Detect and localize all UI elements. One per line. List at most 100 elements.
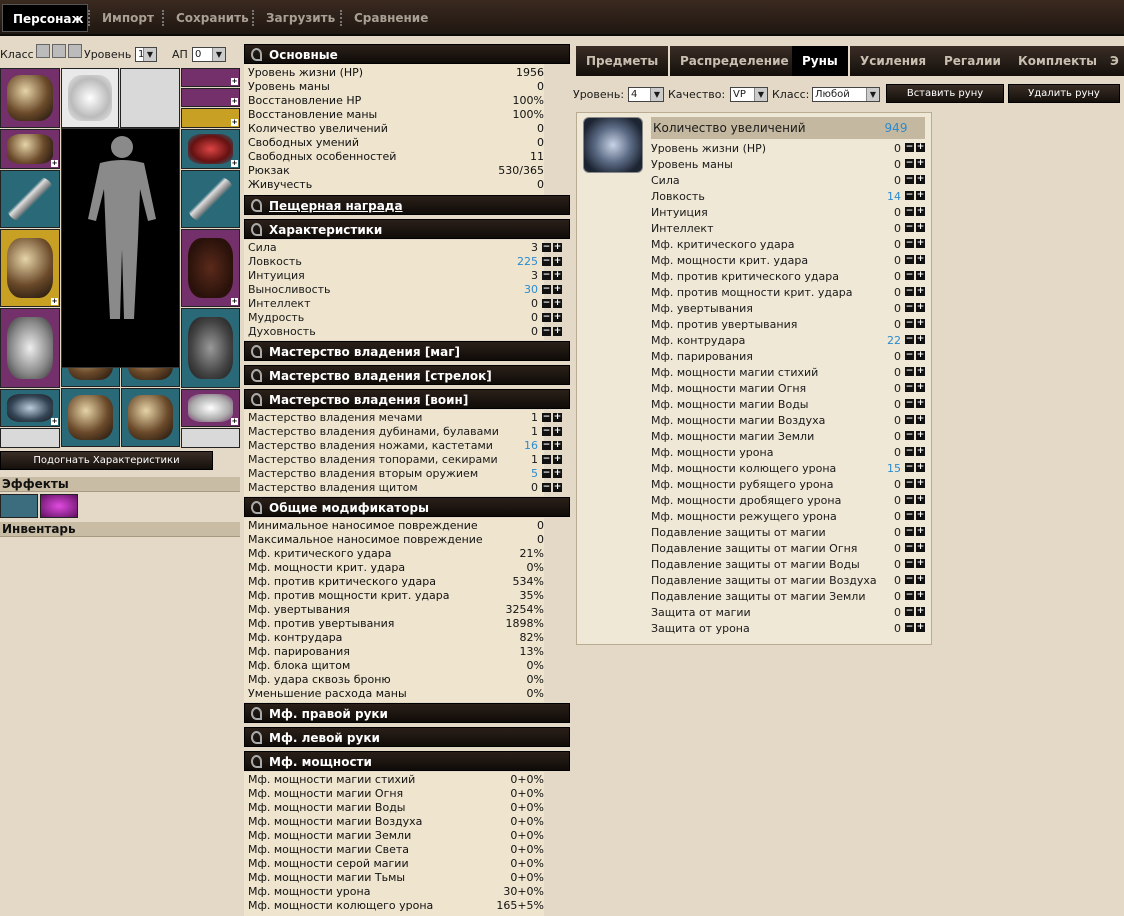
minus-button[interactable]: − xyxy=(905,159,914,168)
magic-effect-icon[interactable] xyxy=(40,494,78,518)
section-power-header[interactable]: Мф. мощности xyxy=(244,751,570,771)
minus-button[interactable]: − xyxy=(905,511,914,520)
plus-button[interactable]: + xyxy=(916,143,925,152)
section-mage-mastery-header[interactable]: Мастерство владения [маг] xyxy=(244,341,570,361)
section-right-hand-header[interactable]: Мф. правой руки xyxy=(244,703,570,723)
adjust-characteristics-button[interactable]: Подогнать Характеристики xyxy=(0,451,213,470)
plus-button[interactable]: + xyxy=(916,175,925,184)
section-archer-mastery-header[interactable]: Мастерство владения [стрелок] xyxy=(244,365,570,385)
plus-button[interactable]: + xyxy=(553,243,562,252)
minus-button[interactable]: − xyxy=(542,299,551,308)
gloves-slot[interactable]: + xyxy=(0,129,60,169)
minus-button[interactable]: − xyxy=(905,623,914,632)
amulet-slot[interactable] xyxy=(61,68,119,128)
minus-button[interactable]: − xyxy=(905,575,914,584)
tab-regalia[interactable]: Регалии xyxy=(934,46,1011,76)
minus-button[interactable]: − xyxy=(905,271,914,280)
plus-button[interactable]: + xyxy=(916,591,925,600)
plus-button[interactable]: + xyxy=(553,455,562,464)
minus-button[interactable]: − xyxy=(905,223,914,232)
minus-button[interactable]: − xyxy=(542,469,551,478)
plus-button[interactable]: + xyxy=(553,271,562,280)
plus-button[interactable]: + xyxy=(916,575,925,584)
plus-button[interactable]: + xyxy=(916,351,925,360)
belt-slot[interactable] xyxy=(0,308,60,388)
class-mage-icon[interactable] xyxy=(68,44,82,58)
level-select[interactable]: 10▼ xyxy=(135,47,157,62)
minus-button[interactable]: − xyxy=(905,143,914,152)
plus-button[interactable]: + xyxy=(916,447,925,456)
leggings-slot[interactable] xyxy=(181,308,240,388)
minus-button[interactable]: − xyxy=(542,271,551,280)
minus-button[interactable]: − xyxy=(905,303,914,312)
plus-button[interactable]: + xyxy=(916,319,925,328)
plus-button[interactable]: + xyxy=(916,207,925,216)
class-warrior-icon[interactable] xyxy=(36,44,50,58)
plus-button[interactable]: + xyxy=(916,367,925,376)
minus-button[interactable]: − xyxy=(905,255,914,264)
plus-button[interactable]: + xyxy=(916,431,925,440)
minus-button[interactable]: − xyxy=(905,495,914,504)
plus-button[interactable]: + xyxy=(916,495,925,504)
tab-runes[interactable]: Руны xyxy=(792,46,848,76)
weapon-right-slot[interactable] xyxy=(0,170,60,228)
insert-rune-button[interactable]: Вставить руну xyxy=(886,84,1004,103)
bag-slot-4[interactable] xyxy=(121,388,180,447)
minus-button[interactable]: − xyxy=(905,175,914,184)
minus-button[interactable]: − xyxy=(542,483,551,492)
remove-rune-button[interactable]: Удалить руну xyxy=(1008,84,1120,103)
plus-button[interactable]: + xyxy=(553,285,562,294)
minus-button[interactable]: − xyxy=(905,351,914,360)
plus-button[interactable]: + xyxy=(553,257,562,266)
class-archer-icon[interactable] xyxy=(52,44,66,58)
plus-button[interactable]: + xyxy=(916,399,925,408)
minus-button[interactable]: − xyxy=(905,287,914,296)
plus-button[interactable]: + xyxy=(553,427,562,436)
minus-button[interactable]: − xyxy=(905,463,914,472)
plus-button[interactable]: + xyxy=(553,313,562,322)
section-characteristics-header[interactable]: Характеристики xyxy=(244,219,570,239)
minus-button[interactable]: − xyxy=(905,319,914,328)
minus-button[interactable]: − xyxy=(542,327,551,336)
minus-button[interactable]: − xyxy=(905,415,914,424)
plus-button[interactable]: + xyxy=(916,255,925,264)
plus-button[interactable]: + xyxy=(916,527,925,536)
minus-button[interactable]: − xyxy=(542,285,551,294)
tab-distribution[interactable]: Распределение xyxy=(670,46,799,76)
minus-button[interactable]: − xyxy=(905,191,914,200)
boots-slot[interactable]: + xyxy=(0,389,60,427)
plus-button[interactable]: + xyxy=(916,303,925,312)
minus-button[interactable]: − xyxy=(905,543,914,552)
plus-button[interactable]: + xyxy=(916,415,925,424)
minus-button[interactable]: − xyxy=(542,257,551,266)
empty-slot[interactable] xyxy=(181,428,240,448)
ring-slot-2[interactable]: + xyxy=(181,88,240,107)
plus-button[interactable]: + xyxy=(553,327,562,336)
plus-button[interactable]: + xyxy=(916,335,925,344)
tab-load[interactable]: Загрузить xyxy=(252,4,345,32)
tab-import[interactable]: Импорт xyxy=(88,4,164,32)
plus-button[interactable]: + xyxy=(916,463,925,472)
minus-button[interactable]: − xyxy=(905,367,914,376)
minus-button[interactable]: − xyxy=(905,607,914,616)
section-left-hand-header[interactable]: Мф. левой руки xyxy=(244,727,570,747)
plus-button[interactable]: + xyxy=(916,383,925,392)
minus-button[interactable]: − xyxy=(905,239,914,248)
plus-button[interactable]: + xyxy=(916,191,925,200)
empty-slot[interactable] xyxy=(0,428,60,448)
minus-button[interactable]: − xyxy=(542,441,551,450)
tab-sets[interactable]: Комплекты xyxy=(1008,46,1108,76)
tab-more[interactable]: Э xyxy=(1106,46,1124,76)
minus-button[interactable]: − xyxy=(905,591,914,600)
plus-button[interactable]: + xyxy=(916,271,925,280)
tab-character[interactable]: Персонаж xyxy=(2,4,88,32)
plus-button[interactable]: + xyxy=(916,543,925,552)
tab-items[interactable]: Предметы xyxy=(576,46,669,76)
quality-select[interactable]: VP ▼ xyxy=(730,87,768,102)
minus-button[interactable]: − xyxy=(905,207,914,216)
minus-button[interactable]: − xyxy=(905,527,914,536)
plus-button[interactable]: + xyxy=(553,441,562,450)
plus-button[interactable]: + xyxy=(916,287,925,296)
plus-button[interactable]: + xyxy=(916,607,925,616)
plus-button[interactable]: + xyxy=(553,483,562,492)
